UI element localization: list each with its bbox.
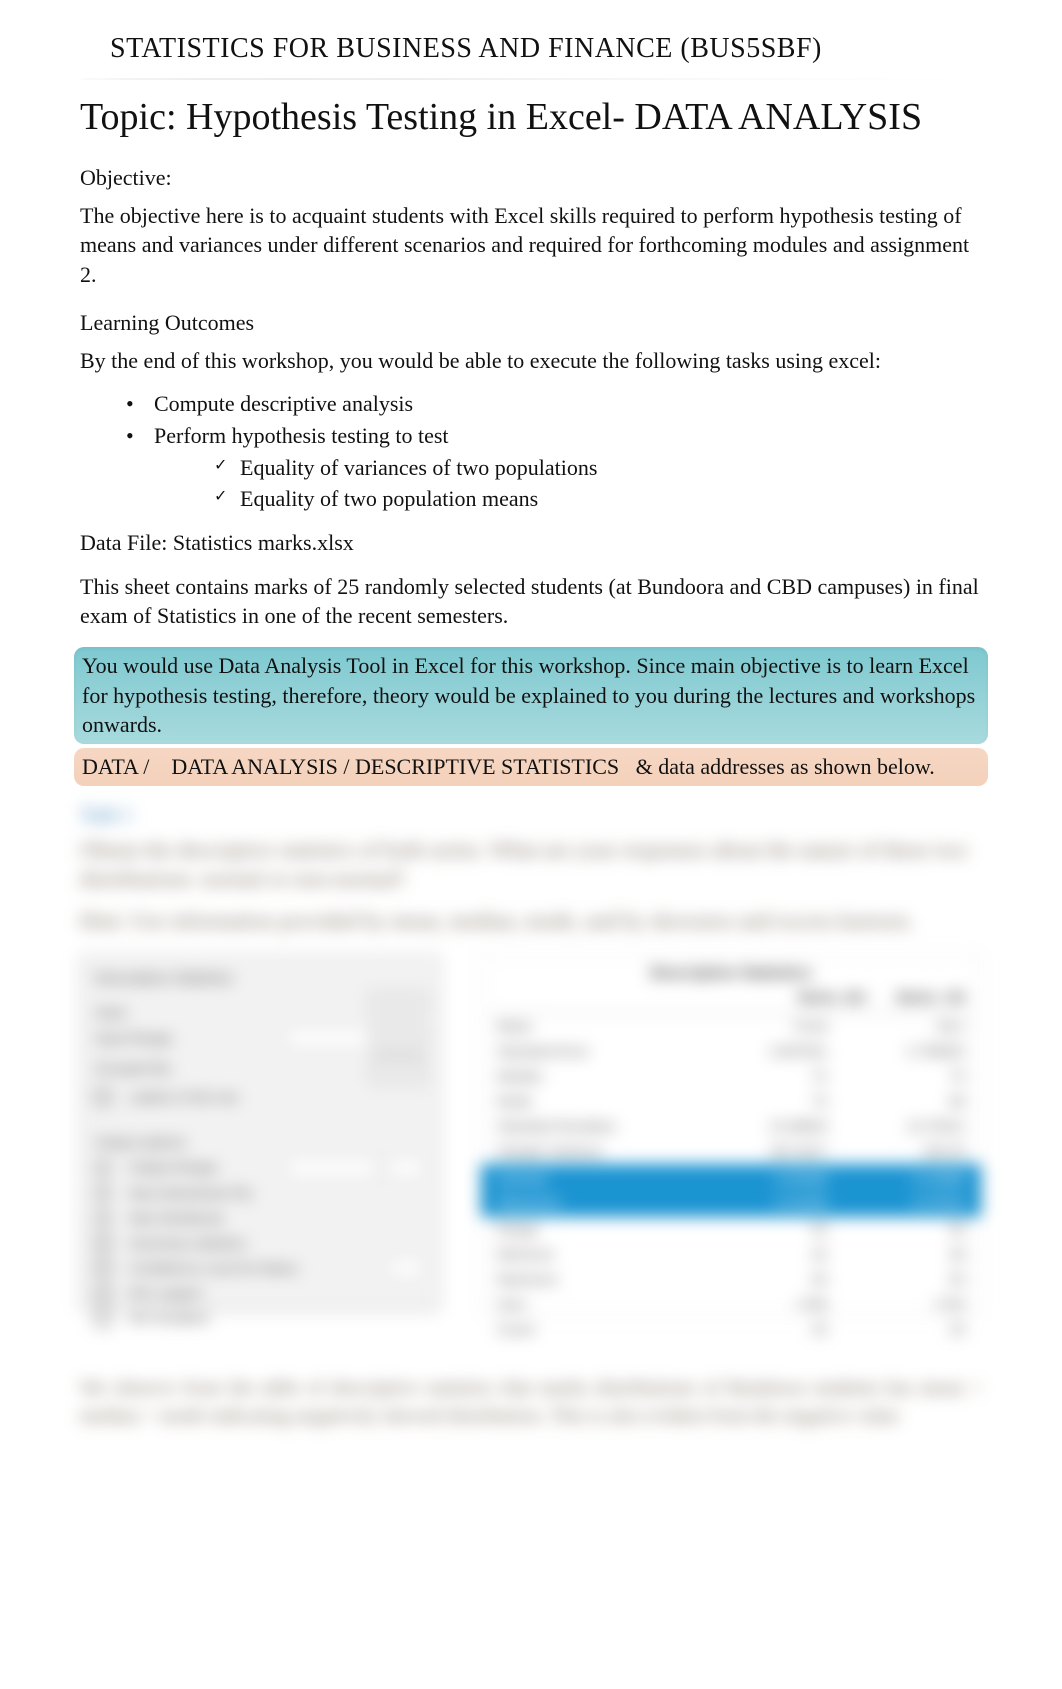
task-label: Task 1 xyxy=(80,802,982,829)
dialog-label: Output Range: xyxy=(129,1158,275,1177)
dialog-value xyxy=(373,1054,425,1082)
breadcrumb-sep: / xyxy=(143,754,149,779)
breadcrumb-seg: DESCRIPTIVE STATISTICS xyxy=(355,754,619,779)
dialog-label: New Worksheet Ply: xyxy=(129,1184,425,1203)
dialog-row: Input xyxy=(95,1003,425,1022)
table-row: Median7270 xyxy=(491,1064,971,1089)
dialog-row: Input Range: xyxy=(95,1028,425,1048)
table-row: Minimum4238 xyxy=(491,1242,971,1267)
objective-text: The objective here is to acquaint studen… xyxy=(80,201,982,290)
dialog-label: Kth Largest: xyxy=(129,1284,425,1303)
table-row: Sample Variance181.9317190.25 xyxy=(491,1139,971,1164)
ok-button xyxy=(369,991,427,1017)
table-row: Sum17661730 xyxy=(491,1292,971,1317)
range-picker-icon xyxy=(387,1028,425,1048)
topic-title: Topic: Hypothesis Testing in Excel- DATA… xyxy=(80,92,982,143)
figure-row: Descriptive Statistics Input Input Range… xyxy=(80,954,982,1314)
table-row: Range5255 xyxy=(491,1217,971,1242)
table-row: Kurtosis-0.45283-0.23698 xyxy=(497,1168,965,1191)
table-header-row: Marks_BU Marks_CB xyxy=(491,986,971,1014)
callout-blue: You would use Data Analysis Tool in Exce… xyxy=(74,647,988,744)
dialog-row: Output options xyxy=(95,1133,425,1152)
callout-orange: DATA / DATA ANALYSIS / DESCRIPTIVE STATI… xyxy=(74,748,988,786)
dialog-input xyxy=(285,1158,377,1178)
checkbox-icon xyxy=(95,1235,111,1251)
list-item: Perform hypothesis testing to test Equal… xyxy=(126,421,982,514)
dialog-row: Summary statistics xyxy=(95,1234,425,1253)
table-row: Count2525 xyxy=(491,1317,971,1342)
data-file-label: Data File: Statistics marks.xlsx xyxy=(80,528,982,558)
excel-dialog: Descriptive Statistics Input Input Range… xyxy=(80,954,440,1309)
task-question: Obtain the descriptive statistics of bot… xyxy=(80,835,982,894)
column-header: Marks_CB xyxy=(897,988,965,1007)
dialog-label: Summary statistics xyxy=(129,1234,425,1253)
outcomes-sublist: Equality of variances of two populations… xyxy=(184,453,982,514)
table-row: Maximum9493 xyxy=(491,1267,971,1292)
document-page: STATISTICS FOR BUSINESS AND FINANCE (BUS… xyxy=(0,0,1062,1689)
list-item-label: Perform hypothesis testing to test xyxy=(154,423,449,448)
cancel-button xyxy=(369,1025,427,1051)
data-file-desc: This sheet contains marks of 25 randomly… xyxy=(80,572,982,631)
list-item: Equality of two population means xyxy=(214,484,982,514)
breadcrumb-sep: / xyxy=(343,754,349,779)
list-item: Compute descriptive analysis xyxy=(126,389,982,419)
dialog-row: New Workbook xyxy=(95,1209,425,1228)
task-hint: Hint: Use information provided by mean, … xyxy=(80,906,982,936)
highlighted-rows: Kurtosis-0.45283-0.23698 Skewness-0.3162… xyxy=(481,1164,981,1218)
outcomes-intro: By the end of this workshop, you would b… xyxy=(80,346,982,376)
dialog-row: Labels in first row xyxy=(95,1088,425,1107)
dialog-row: New Worksheet Ply: xyxy=(95,1184,425,1203)
dialog-title: Descriptive Statistics xyxy=(95,969,425,989)
checkbox-icon xyxy=(95,1286,111,1302)
help-button xyxy=(369,1059,427,1085)
dialog-row: Kth Smallest: xyxy=(95,1309,425,1328)
course-header: STATISTICS FOR BUSINESS AND FINANCE (BUS… xyxy=(80,30,982,72)
dialog-row: Output Range: xyxy=(95,1158,425,1178)
outcomes-list: Compute descriptive analysis Perform hyp… xyxy=(80,389,982,514)
dialog-buttons xyxy=(369,991,427,1085)
outcomes-heading: Learning Outcomes xyxy=(80,308,982,338)
column-header: Marks_BU xyxy=(798,988,866,1007)
table-row: Mean70.6469.2 xyxy=(491,1014,971,1039)
dialog-input xyxy=(285,1028,377,1048)
dialog-label: Input Range: xyxy=(95,1029,275,1048)
list-item: Equality of variances of two populations xyxy=(214,453,982,483)
dialog-row: Grouped By: xyxy=(95,1054,425,1082)
radio-icon xyxy=(95,1210,111,1226)
table-row: Standard Deviation13.4882013.79312 xyxy=(491,1114,971,1139)
dialog-label: Kth Smallest: xyxy=(129,1309,425,1328)
results-table: Descriptive Statistics Marks_BU Marks_CB… xyxy=(480,954,982,1314)
table-row: Mode7468 xyxy=(491,1089,971,1114)
table-title: Descriptive Statistics xyxy=(491,963,971,985)
breadcrumb-seg: DATA ANALYSIS xyxy=(171,754,338,779)
breadcrumb-seg: DATA xyxy=(82,754,138,779)
table-row: Standard Error2.6976412.758625 xyxy=(491,1039,971,1064)
checkbox-icon xyxy=(95,1260,111,1276)
dialog-input xyxy=(387,1258,425,1278)
dialog-label: Grouped By: xyxy=(95,1059,363,1078)
dialog-label: Labels in first row xyxy=(129,1088,425,1107)
radio-icon xyxy=(95,1160,111,1176)
dialog-row: Kth Largest: xyxy=(95,1284,425,1303)
breadcrumb-tail: & data addresses as shown below. xyxy=(636,754,935,779)
dialog-label: Output options xyxy=(95,1133,425,1152)
locked-footer-text: We observe from the table of descriptive… xyxy=(80,1374,982,1430)
range-picker-icon xyxy=(387,1158,425,1178)
objective-heading: Objective: xyxy=(80,163,982,193)
radio-icon xyxy=(95,1185,111,1201)
table-row: Skewness-0.31626-0.47815 xyxy=(497,1191,965,1214)
dialog-label: New Workbook xyxy=(129,1209,425,1228)
locked-preview: Task 1 Obtain the descriptive statistics… xyxy=(80,802,982,1314)
checkbox-icon xyxy=(95,1089,111,1105)
header-rule xyxy=(80,78,982,80)
dialog-label: Confidence Level for Mean: xyxy=(129,1259,377,1278)
checkbox-icon xyxy=(95,1311,111,1327)
dialog-row: Confidence Level for Mean: xyxy=(95,1258,425,1278)
dialog-label: Input xyxy=(95,1003,425,1022)
